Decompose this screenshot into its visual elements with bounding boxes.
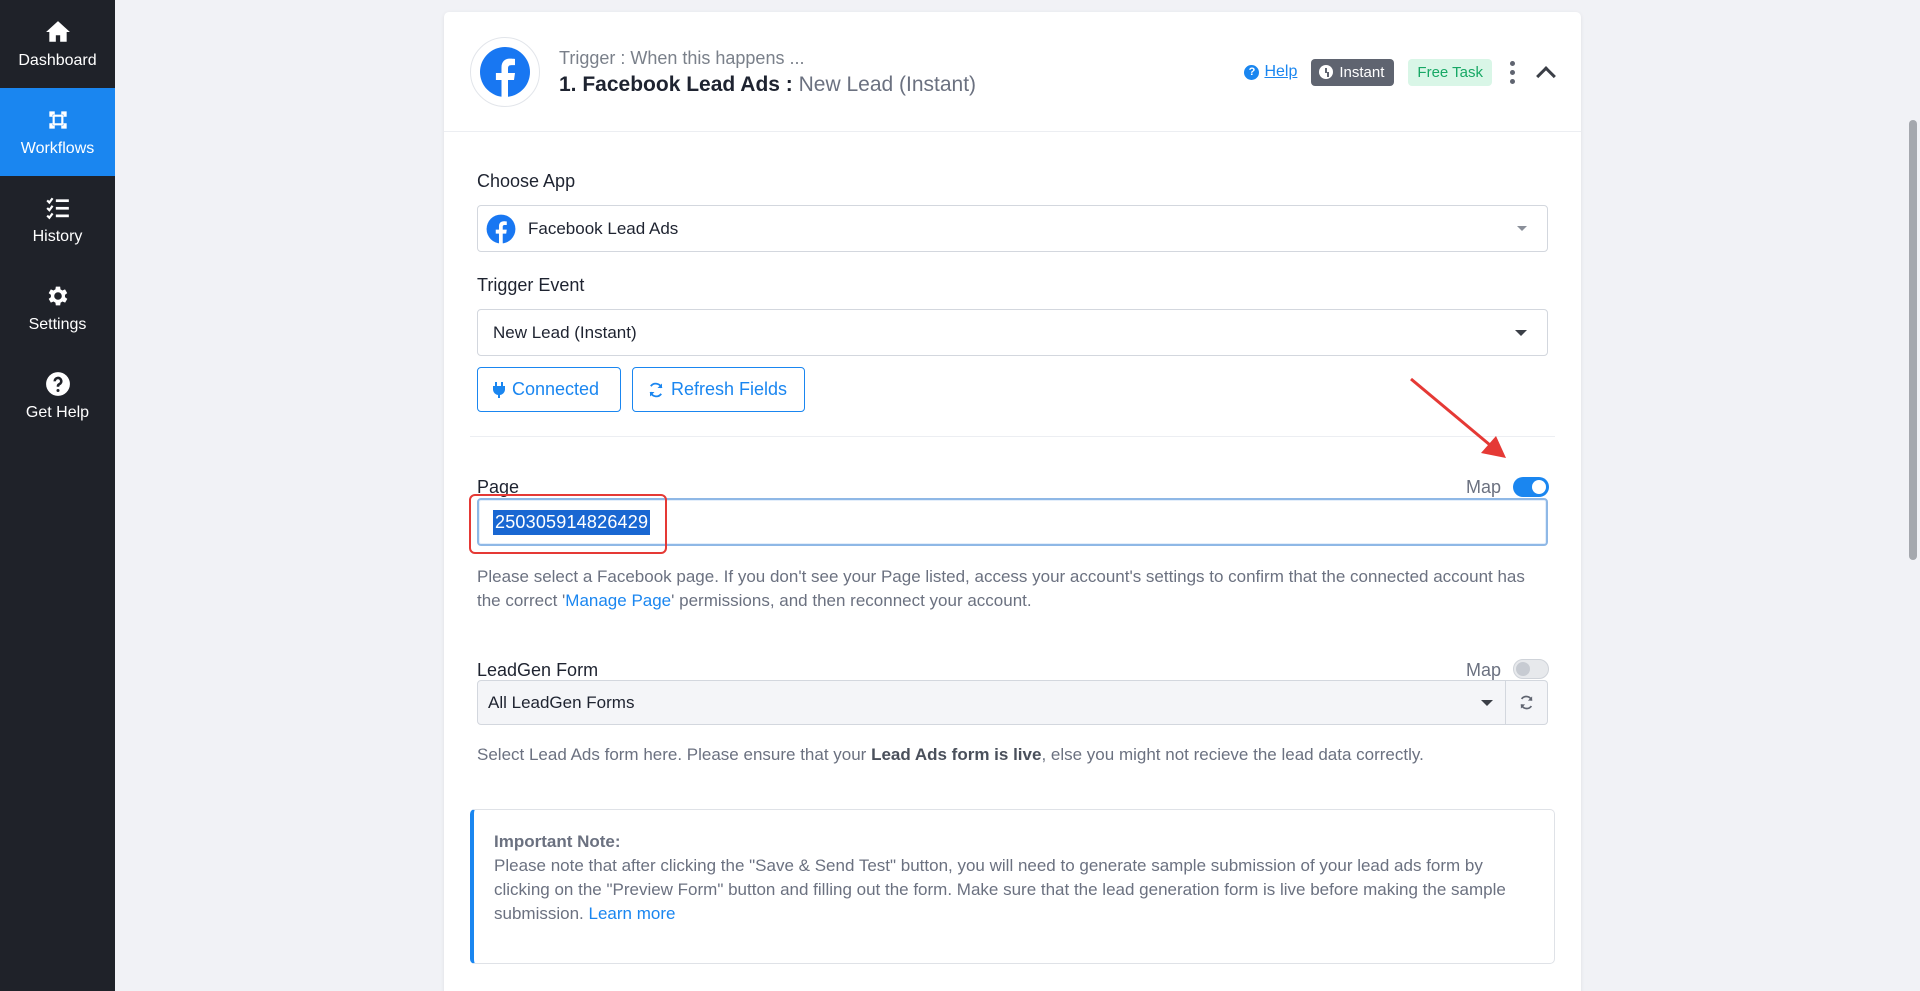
- trigger-card: Trigger : When this happens ... 1. Faceb…: [444, 12, 1581, 991]
- home-icon: [45, 20, 70, 42]
- leadgen-help-text: Select Lead Ads form here. Please ensure…: [477, 743, 1552, 767]
- gear-icon: [48, 286, 67, 305]
- sidebar-item-label: Settings: [28, 315, 87, 333]
- trigger-header[interactable]: Trigger : When this happens ... 1. Faceb…: [444, 12, 1581, 132]
- note-title: Important Note:: [494, 832, 621, 851]
- page-scrollbar[interactable]: [1906, 0, 1920, 991]
- choose-app-label: Choose App: [477, 171, 576, 191]
- choose-app-value: Facebook Lead Ads: [528, 218, 679, 238]
- connected-button[interactable]: Connected: [477, 367, 621, 412]
- help-link[interactable]: ? Help: [1244, 63, 1297, 81]
- trigger-event-select[interactable]: New Lead (Instant): [477, 309, 1548, 356]
- page-help-part2: ' permissions, and then reconnect your a…: [671, 591, 1032, 610]
- chevron-up-icon[interactable]: [1536, 65, 1556, 86]
- page-map-toggle[interactable]: [1513, 477, 1549, 497]
- leadgen-help-part2: , else you might not recieve the lead da…: [1041, 745, 1424, 764]
- facebook-logo: [470, 37, 540, 107]
- sidebar: Dashboard Workflows History Settings Get…: [0, 0, 115, 991]
- refresh-fields-label: Refresh Fields: [671, 379, 788, 399]
- leadgen-form-select[interactable]: All LeadGen Forms: [477, 680, 1506, 725]
- sidebar-item-label: Dashboard: [18, 51, 97, 69]
- leadgen-map-toggle[interactable]: [1513, 659, 1549, 679]
- plug-icon: [493, 381, 505, 398]
- refresh-icon: [649, 382, 663, 397]
- trigger-event-value: New Lead (Instant): [493, 322, 637, 342]
- sidebar-item-label: Get Help: [25, 403, 90, 421]
- scrollbar-thumb[interactable]: [1909, 120, 1917, 560]
- sidebar-item-label: History: [32, 227, 83, 245]
- trigger-event-name: New Lead (Instant): [798, 73, 977, 96]
- chevron-down-icon: [1517, 226, 1527, 231]
- leadgen-map-label: Map: [1466, 660, 1502, 680]
- sidebar-item-settings[interactable]: Settings: [0, 264, 115, 352]
- chevron-down-icon: [1515, 330, 1527, 336]
- chevron-down-icon: [1481, 700, 1493, 706]
- sidebar-item-workflows[interactable]: Workflows: [0, 88, 115, 176]
- sidebar-item-history[interactable]: History: [0, 176, 115, 264]
- header-actions: ? Help Instant Free Task: [1244, 58, 1556, 86]
- learn-more-link[interactable]: Learn more: [589, 904, 676, 923]
- manage-page-link[interactable]: Manage Page: [565, 591, 671, 610]
- trigger-caption: Trigger : When this happens ...: [559, 48, 805, 68]
- workflows-icon: [48, 110, 67, 129]
- important-note: Important Note: Please note that after c…: [470, 809, 1555, 964]
- section-divider: [470, 436, 1555, 437]
- leadgen-form-label: LeadGen Form: [477, 660, 599, 680]
- connected-label: Connected: [512, 379, 600, 399]
- leadgen-refresh-button[interactable]: [1506, 680, 1548, 725]
- instant-label: Instant: [1339, 63, 1385, 81]
- facebook-icon: [480, 47, 530, 98]
- trigger-title: 1. Facebook Lead Ads : New Lead (Instant…: [559, 73, 976, 97]
- question-circle-icon: [45, 371, 70, 396]
- page-label: Page: [477, 477, 520, 497]
- clock-icon: [1319, 65, 1334, 79]
- sidebar-item-dashboard[interactable]: Dashboard: [0, 0, 115, 88]
- instant-badge: Instant: [1311, 58, 1395, 86]
- refresh-fields-button[interactable]: Refresh Fields: [632, 367, 805, 412]
- free-task-badge: Free Task: [1408, 58, 1492, 86]
- main-content: Trigger : When this happens ... 1. Faceb…: [115, 0, 1920, 991]
- facebook-icon: [486, 214, 516, 244]
- leadgen-help-part1: Select Lead Ads form here. Please ensure…: [477, 745, 872, 764]
- more-options-icon[interactable]: [1506, 60, 1519, 84]
- trigger-event-label: Trigger Event: [477, 275, 585, 295]
- leadgen-help-bold: Lead Ads form is live: [871, 745, 1042, 764]
- leadgen-form-value: All LeadGen Forms: [488, 692, 635, 712]
- sidebar-item-label: Workflows: [20, 139, 95, 157]
- help-label: Help: [1264, 63, 1298, 80]
- page-map-label: Map: [1466, 477, 1502, 497]
- refresh-icon: [1520, 695, 1533, 710]
- trigger-app-name: 1. Facebook Lead Ads :: [559, 73, 793, 96]
- choose-app-select[interactable]: Facebook Lead Ads: [477, 205, 1548, 252]
- note-body: Please note that after clicking the "Sav…: [494, 854, 1534, 926]
- page-help-text: Please select a Facebook page. If you do…: [477, 565, 1552, 613]
- question-icon: ?: [1244, 64, 1260, 80]
- list-check-icon: [45, 197, 69, 219]
- page-input[interactable]: 250305914826429: [477, 498, 1548, 546]
- sidebar-item-get-help[interactable]: Get Help: [0, 352, 115, 440]
- page-input-value: 250305914826429: [493, 510, 651, 535]
